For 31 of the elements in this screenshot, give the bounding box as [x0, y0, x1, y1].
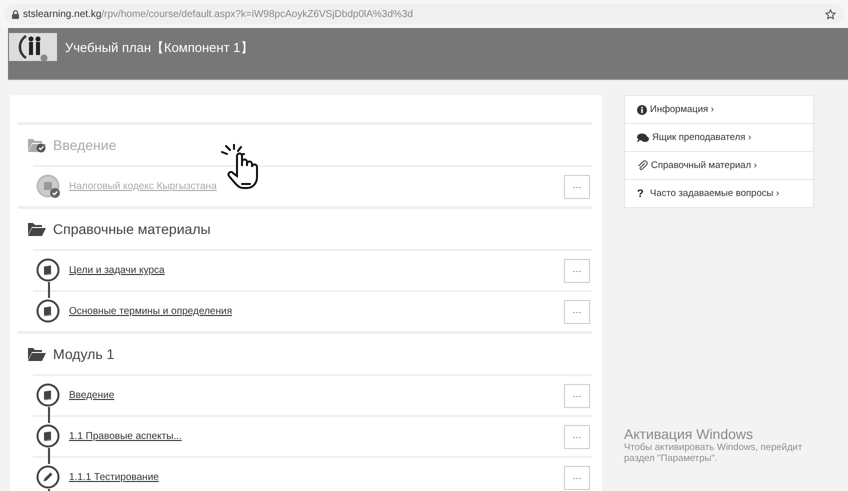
url-host: stslearning.net.kg: [23, 8, 102, 20]
sidebar-link[interactable]: Ящик преподавателя ›: [652, 132, 752, 143]
activation-title: Активация Windows: [624, 426, 754, 442]
lesson-link[interactable]: 1.1.1 Тестирование: [69, 472, 564, 483]
more-button[interactable]: ···: [564, 174, 590, 198]
page-title: Учебный план【Компонент 1】: [65, 39, 254, 57]
sidebar-link[interactable]: Справочный материал ›: [651, 160, 757, 171]
paperclip-icon: [637, 160, 648, 171]
url-path: /rpv/home/course/default.aspx?k=iW98pcAoykZ6VSjDbdp0lA%3d%3d: [101, 8, 414, 20]
more-button[interactable]: ···: [564, 424, 590, 448]
lesson-link[interactable]: Цели и задачи курса: [69, 265, 564, 276]
sidebar-link[interactable]: Часто задаваемые вопросы ›: [650, 188, 780, 199]
sidebar-link[interactable]: Информация ›: [650, 104, 714, 115]
activation-text: Чтобы активировать Windows, перейдит: [624, 442, 804, 453]
activation-text: раздел "Параметры".: [624, 453, 718, 464]
question-icon: ?: [637, 188, 647, 200]
section-title[interactable]: Справочные материалы: [53, 221, 211, 237]
lesson-link[interactable]: Введение: [69, 390, 564, 401]
section-title[interactable]: Модуль 1: [53, 346, 114, 362]
logo-icon: [9, 33, 57, 61]
bookmark-star-icon[interactable]: [825, 8, 836, 20]
chat-icon: [637, 132, 649, 142]
lock-icon: [12, 10, 19, 18]
lesson-link[interactable]: Основные термины и определения: [69, 306, 564, 317]
more-button[interactable]: ···: [564, 258, 590, 282]
more-button[interactable]: ···: [564, 384, 590, 408]
more-button[interactable]: ···: [564, 466, 590, 490]
info-icon: [637, 104, 647, 114]
address-bar[interactable]: stslearning.net.kg/rpv/home/course/default.aspx?k=iW98pcAoykZ6VSjDbdp0lA%3d%3d: [4, 4, 844, 24]
lesson-link[interactable]: 1.1 Правовые аспекты...: [69, 431, 564, 442]
more-button[interactable]: ···: [564, 300, 590, 324]
